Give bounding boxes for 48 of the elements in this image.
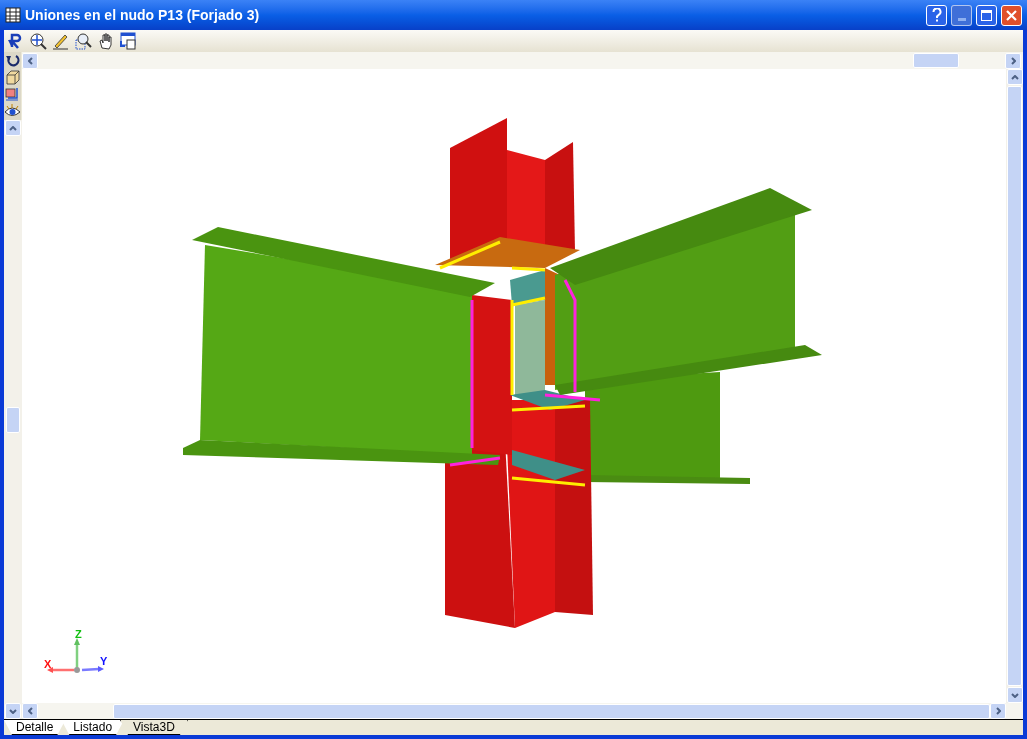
pencil-icon[interactable] xyxy=(52,32,70,50)
scroll-thumb[interactable] xyxy=(1007,86,1022,686)
minimize-button[interactable] xyxy=(951,4,972,26)
view-transform-icon[interactable] xyxy=(4,86,21,103)
hand-pan-icon[interactable] xyxy=(98,32,114,50)
scroll-up-button[interactable] xyxy=(5,120,21,136)
scroll-left-button[interactable] xyxy=(22,703,38,719)
scroll-right-button[interactable] xyxy=(1005,52,1021,69)
chevron-right-icon xyxy=(995,707,1001,715)
vertical-scrollbar[interactable] xyxy=(1006,69,1023,703)
scroll-right-button[interactable] xyxy=(990,703,1006,719)
viewport-3d[interactable]: Z X Y xyxy=(22,69,1006,703)
maximize-button[interactable] xyxy=(976,4,997,26)
table-grid-icon xyxy=(5,7,21,23)
scroll-down-button[interactable] xyxy=(5,703,21,719)
chevron-down-icon xyxy=(1010,692,1019,698)
window-refresh-icon[interactable] xyxy=(119,32,137,50)
sheet-tab[interactable]: Vista3D xyxy=(120,720,188,735)
close-button[interactable] xyxy=(1001,4,1022,26)
maximize-icon xyxy=(981,9,992,21)
rotate-view-icon[interactable] xyxy=(6,32,24,50)
scroll-thumb[interactable] xyxy=(913,53,959,68)
chevron-up-icon xyxy=(9,125,17,131)
minimize-icon xyxy=(957,17,966,21)
vertical-scrollbar[interactable] xyxy=(4,120,22,719)
z-axis-label: Z xyxy=(75,629,82,640)
chevron-up-icon xyxy=(1010,74,1019,80)
close-icon xyxy=(1006,9,1017,21)
scroll-up-button[interactable] xyxy=(1006,69,1023,85)
chevron-right-icon xyxy=(1010,56,1016,65)
cube-icon[interactable] xyxy=(4,69,21,86)
sheet-tab[interactable]: Detalle xyxy=(4,720,66,735)
eye-icon[interactable] xyxy=(4,103,21,120)
undo-view-icon[interactable] xyxy=(4,52,21,69)
window-title: Uniones en el nudo P13 (Forjado 3) xyxy=(25,5,261,25)
question-mark-icon xyxy=(931,8,942,22)
chevron-left-icon xyxy=(27,56,33,65)
scroll-left-button[interactable] xyxy=(22,52,38,69)
scroll-thumb[interactable] xyxy=(6,406,20,433)
zoom-extents-icon[interactable] xyxy=(29,32,47,50)
chevron-down-icon xyxy=(9,708,17,714)
zoom-window-icon[interactable] xyxy=(75,32,93,50)
horizontal-scrollbar[interactable] xyxy=(22,52,1023,69)
chevron-left-icon xyxy=(27,707,33,715)
y-axis-label: Y xyxy=(100,656,108,667)
help-button[interactable] xyxy=(926,4,947,26)
scroll-down-button[interactable] xyxy=(1006,687,1023,703)
x-axis-label: X xyxy=(44,659,52,670)
